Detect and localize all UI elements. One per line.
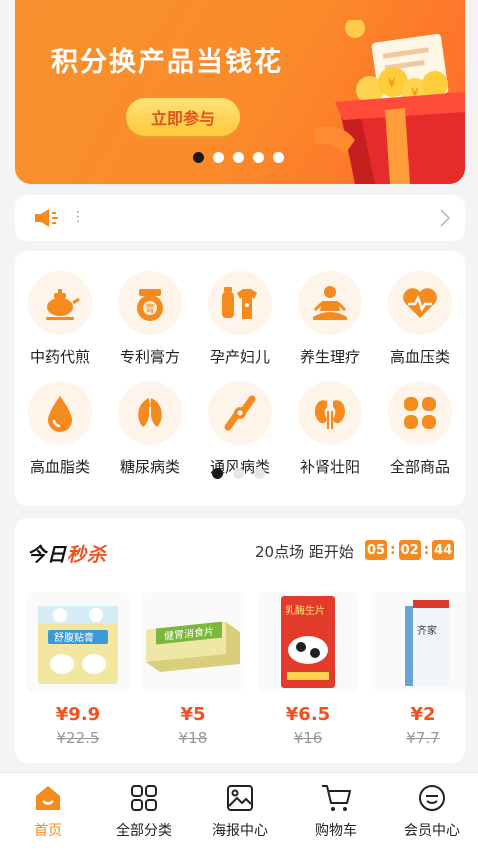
- product-original-price: ¥7.7: [406, 729, 440, 747]
- category-pagination[interactable]: [212, 468, 265, 479]
- nav-item-cart[interactable]: 购物车: [288, 781, 384, 840]
- ointment-jar-icon: 膏: [137, 289, 163, 321]
- category-hypertension[interactable]: 高血压类: [375, 271, 465, 367]
- chevron-right-icon[interactable]: [439, 208, 451, 228]
- category-page-dot[interactable]: [233, 468, 244, 479]
- product-original-price: ¥18: [178, 729, 208, 747]
- product-image[interactable]: 健胃消食片: [142, 592, 244, 692]
- nav-label: 购物车: [315, 823, 357, 839]
- nav-item-home[interactable]: 首页: [0, 781, 96, 840]
- product-original-price: ¥16: [293, 729, 323, 747]
- nav-label: 首页: [34, 823, 62, 839]
- banner-pagination[interactable]: [193, 152, 284, 163]
- countdown-timer: 05 : 02 : 44: [365, 540, 455, 560]
- banner-dot[interactable]: [213, 152, 224, 163]
- svg-text:¥: ¥: [388, 76, 396, 90]
- herbal-pot-icon: [46, 289, 80, 320]
- cart-icon: [322, 785, 351, 811]
- clover-grid-icon: [404, 397, 436, 429]
- gift-box-illustration: ¥ ¥: [315, 20, 465, 184]
- drop-icon: [48, 396, 72, 432]
- category-label: 专利膏方: [119, 348, 180, 366]
- flash-sale-title: 今日秒杀: [27, 540, 107, 567]
- category-diabetes[interactable]: 糖尿病类: [105, 381, 195, 477]
- category-label: 全部商品: [389, 458, 450, 476]
- join-now-button[interactable]: 立即参与: [126, 98, 240, 136]
- product-image[interactable]: 齐家: [372, 592, 465, 692]
- nav-item-categories[interactable]: 全部分类: [96, 781, 192, 840]
- category-label: 高血脂类: [29, 458, 90, 476]
- product-image[interactable]: 乳酶生片: [257, 592, 359, 692]
- grid-icon: [131, 785, 157, 811]
- category-label: 补肾壮阳: [299, 458, 360, 476]
- leaf-icon: [138, 398, 162, 429]
- banner-dot[interactable]: [193, 152, 204, 163]
- product-card[interactable]: 齐家 ¥2 ¥7.7: [372, 592, 465, 747]
- timer-hours: 05: [365, 540, 387, 560]
- flash-sale-title-highlight: 秒杀: [67, 544, 108, 566]
- package-text: 齐家: [417, 624, 437, 637]
- product-card[interactable]: 健胃消食片 ¥5 ¥18: [142, 592, 244, 747]
- banner-dot[interactable]: [253, 152, 264, 163]
- product-price: ¥6.5: [285, 704, 331, 725]
- home-icon: [36, 786, 60, 810]
- category-gout[interactable]: 通风病类: [195, 381, 285, 477]
- timer-minutes: 02: [398, 540, 421, 560]
- category-label: 高血压类: [389, 348, 450, 366]
- speaker-icon: [35, 209, 58, 227]
- category-wellness-therapy[interactable]: 养生理疗: [285, 271, 375, 367]
- category-label: 糖尿病类: [119, 458, 180, 476]
- package-text: 舒腹贴膏: [54, 631, 94, 644]
- nav-item-posters[interactable]: 海报中心: [192, 781, 288, 840]
- nav-label: 海报中心: [212, 823, 268, 839]
- kidney-icon: [315, 400, 345, 429]
- heart-pulse-icon: [403, 288, 437, 318]
- package-text: 乳酶生片: [285, 604, 325, 617]
- product-card[interactable]: 乳酶生片 ¥6.5 ¥16: [257, 592, 359, 747]
- promo-banner[interactable]: 积分换产品当钱花 立即参与 ¥ ¥: [15, 0, 465, 184]
- member-face-icon: [419, 785, 445, 811]
- category-herbal-decoction[interactable]: 中药代煎: [15, 271, 105, 367]
- category-label: 养生理疗: [299, 348, 360, 366]
- timer-seconds: 44: [432, 540, 455, 560]
- session-label: 20点场 距开始: [255, 543, 354, 561]
- product-price: ¥2: [410, 704, 436, 725]
- product-price: ¥5: [180, 704, 206, 725]
- category-page-dot[interactable]: [212, 468, 223, 479]
- banner-dot[interactable]: [233, 152, 244, 163]
- category-patent-ointment[interactable]: 膏 专利膏方: [105, 271, 195, 367]
- category-label: 孕产妇儿: [209, 348, 270, 366]
- svg-text:膏: 膏: [145, 302, 155, 315]
- flash-sale-section: 今日秒杀 20点场 距开始 05 : 02 : 44 舒腹贴膏 ¥9.9 ¥22…: [15, 518, 465, 763]
- banner-dot[interactable]: [273, 152, 284, 163]
- picture-icon: [227, 785, 253, 811]
- joint-icon: [224, 395, 256, 431]
- banner-title: 积分换产品当钱花: [51, 47, 283, 78]
- product-image[interactable]: 舒腹贴膏: [27, 592, 129, 692]
- nav-label: 全部分类: [116, 823, 172, 839]
- product-price: ¥9.9: [55, 704, 101, 725]
- nav-item-member[interactable]: 会员中心: [384, 781, 478, 840]
- notice-bar[interactable]: ⋮: [15, 195, 465, 241]
- category-page-dot[interactable]: [254, 468, 265, 479]
- bottom-nav: 首页 全部分类 海报中心 购物车 会员中心: [0, 772, 478, 850]
- category-kidney[interactable]: 补肾壮阳: [285, 381, 375, 477]
- notice-separator: ⋮: [71, 209, 85, 225]
- nav-label: 会员中心: [404, 823, 460, 839]
- flash-sale-title-prefix: 今日: [27, 544, 68, 566]
- meditation-icon: [313, 286, 347, 320]
- category-maternal-infant[interactable]: 孕产妇儿: [195, 271, 285, 367]
- product-card[interactable]: 舒腹贴膏 ¥9.9 ¥22.5: [27, 592, 129, 747]
- category-all-products[interactable]: 全部商品: [375, 381, 465, 477]
- category-grid: 中药代煎 膏 专利膏方 孕产妇儿 养生理疗 高血压类 高血脂类 糖尿病类 通风病…: [15, 251, 465, 506]
- category-hyperlipidemia[interactable]: 高血脂类: [15, 381, 105, 477]
- baby-bottle-clothes-icon: [222, 287, 257, 319]
- category-label: 中药代煎: [29, 348, 90, 366]
- product-original-price: ¥22.5: [56, 729, 100, 747]
